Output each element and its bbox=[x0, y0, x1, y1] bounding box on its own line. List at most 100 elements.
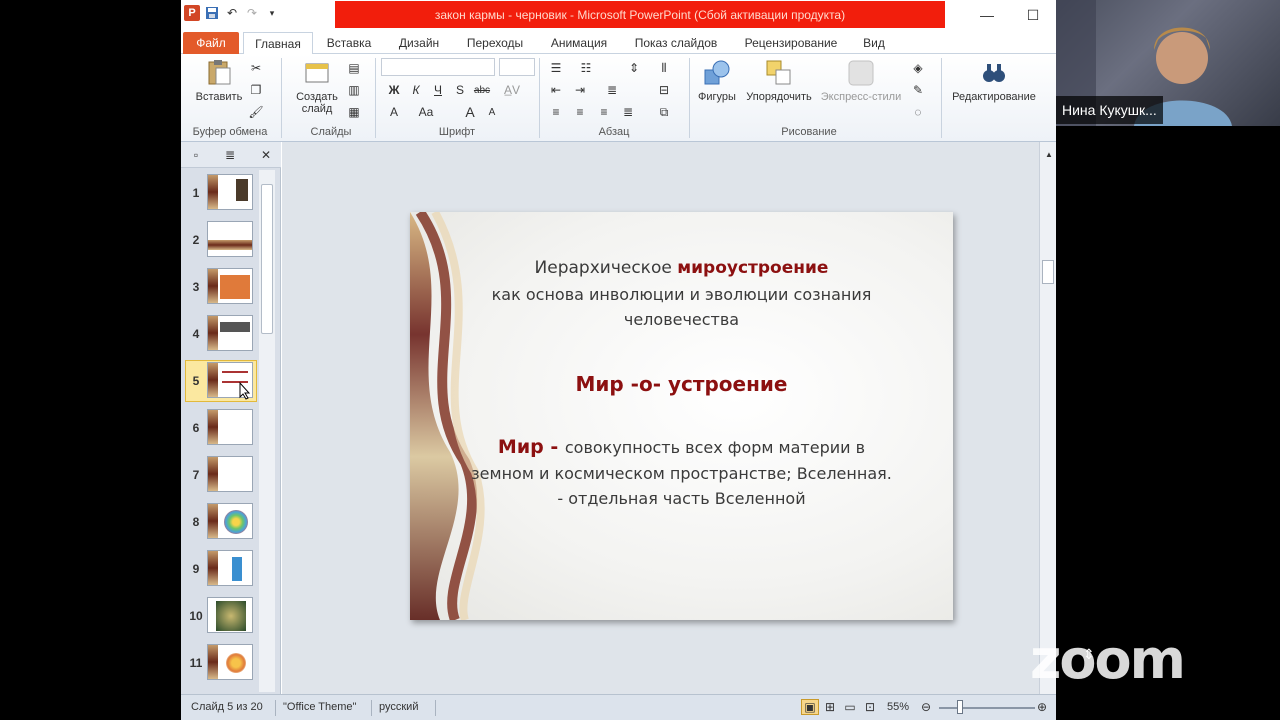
zoom-slider-track[interactable] bbox=[939, 707, 1035, 709]
slide-thumbnail[interactable]: 7 bbox=[187, 456, 257, 498]
slide-sorter-icon[interactable]: ⊞ bbox=[821, 699, 839, 715]
tab-design[interactable]: Дизайн bbox=[386, 32, 452, 54]
font-color-button[interactable]: A bbox=[385, 104, 403, 120]
slide-thumbnail[interactable]: 11 bbox=[187, 644, 257, 686]
slide-thumbnail[interactable]: 1 bbox=[187, 174, 257, 216]
font-size-combo[interactable] bbox=[499, 58, 535, 76]
zoom-in-icon[interactable]: ⊕ bbox=[1033, 699, 1051, 715]
section-icon[interactable]: ▦ bbox=[345, 104, 363, 120]
quick-styles-label: Экспресс-стили bbox=[820, 91, 902, 103]
shape-fill-icon[interactable]: ◈ bbox=[909, 60, 927, 76]
bullets-icon[interactable]: ☰ bbox=[547, 60, 565, 76]
columns-icon[interactable]: ⫴ bbox=[655, 60, 673, 76]
line-spacing-icon[interactable]: ⇕ bbox=[625, 60, 643, 76]
layout-icon[interactable]: ▤ bbox=[345, 60, 363, 76]
strikethrough-button[interactable]: abc bbox=[473, 82, 491, 98]
quick-styles-button[interactable]: Экспресс-стили bbox=[819, 58, 903, 103]
slide-thumbnail[interactable]: 2 bbox=[187, 221, 257, 263]
change-case-button[interactable]: Aa bbox=[417, 104, 435, 120]
new-slide-button[interactable]: Создать слайд bbox=[291, 58, 343, 115]
zoom-logo: zoom bbox=[1030, 628, 1186, 691]
language-indicator[interactable]: русский bbox=[379, 701, 418, 713]
slide-thumbnail[interactable]: 6 bbox=[187, 409, 257, 451]
copy-icon[interactable]: ❐ bbox=[247, 82, 265, 98]
undo-icon[interactable]: ↶ bbox=[224, 5, 240, 21]
align-center-icon[interactable]: ≡ bbox=[571, 104, 589, 120]
slide-thumbnail[interactable]: 3 bbox=[187, 268, 257, 310]
tab-animations[interactable]: Анимация bbox=[541, 32, 617, 54]
slide-thumbnail-selected[interactable]: 5 bbox=[187, 362, 257, 404]
tab-review[interactable]: Рецензирование bbox=[736, 32, 846, 54]
scrollbar-thumb[interactable] bbox=[1042, 260, 1054, 284]
slides-panel-scrollbar[interactable] bbox=[259, 170, 275, 692]
shadow-button[interactable]: S bbox=[451, 82, 469, 98]
editing-button[interactable]: Редактирование bbox=[947, 58, 1041, 103]
paste-button[interactable]: Вставить bbox=[193, 58, 245, 103]
text-direction-icon[interactable]: ≣ bbox=[603, 82, 621, 98]
outline-tab-icon[interactable]: ≣ bbox=[221, 147, 239, 163]
editing-area-scrollbar[interactable]: ▲ bbox=[1039, 142, 1056, 694]
group-drawing-label: Рисование bbox=[781, 126, 837, 138]
shape-effects-icon[interactable]: ◌ bbox=[909, 104, 927, 120]
save-icon[interactable] bbox=[204, 5, 220, 21]
tab-home[interactable]: Главная bbox=[243, 32, 313, 54]
zoom-out-icon[interactable]: ⊖ bbox=[917, 699, 935, 715]
redo-icon[interactable]: ↷ bbox=[244, 5, 260, 21]
slides-tab-icon[interactable]: ▫ bbox=[187, 147, 205, 163]
zoom-slider-handle[interactable] bbox=[957, 700, 963, 714]
slide-thumbnail[interactable]: 8 bbox=[187, 503, 257, 545]
separator bbox=[941, 58, 942, 138]
slide-thumbnail[interactable]: 4 bbox=[187, 315, 257, 357]
shapes-button[interactable]: Фигуры bbox=[695, 58, 739, 103]
arrange-button[interactable]: Упорядочить bbox=[741, 58, 817, 103]
slide-thumb-image bbox=[207, 409, 253, 445]
reset-icon[interactable]: ▥ bbox=[345, 82, 363, 98]
reading-view-icon[interactable]: ▭ bbox=[841, 699, 859, 715]
cut-icon[interactable]: ✂ bbox=[247, 60, 265, 76]
tab-view[interactable]: Вид bbox=[856, 32, 892, 54]
tab-transitions[interactable]: Переходы bbox=[457, 32, 533, 54]
spacing-button[interactable]: A̲V bbox=[503, 82, 521, 98]
slide-thumb-image bbox=[207, 174, 253, 210]
customize-toolbar-icon[interactable]: ▾ bbox=[264, 5, 280, 21]
scrollbar-thumb[interactable] bbox=[261, 184, 273, 334]
increase-indent-icon[interactable]: ⇥ bbox=[571, 82, 589, 98]
theme-name: "Office Theme" bbox=[283, 701, 357, 713]
smartart-icon[interactable]: ⧉ bbox=[655, 104, 673, 120]
powerpoint-app-icon[interactable]: P bbox=[184, 5, 200, 21]
zoom-level[interactable]: 55% bbox=[887, 701, 909, 713]
panel-header: ▫ ≣ ✕ bbox=[181, 142, 281, 168]
slide-thumbnail[interactable]: 9 bbox=[187, 550, 257, 592]
current-slide[interactable]: Иерархическое мироустроение как основа и… bbox=[410, 212, 953, 620]
divider bbox=[371, 700, 372, 716]
tab-insert[interactable]: Вставка bbox=[319, 32, 379, 54]
definition-term: Мир - bbox=[497, 436, 565, 458]
grow-font-button[interactable]: A bbox=[461, 104, 479, 120]
maximize-icon[interactable]: ☐ bbox=[1010, 0, 1056, 30]
align-text-icon[interactable]: ⊟ bbox=[655, 82, 673, 98]
slide-thumbnail[interactable]: 10 bbox=[187, 597, 257, 639]
divider bbox=[435, 700, 436, 716]
underline-button[interactable]: Ч bbox=[429, 82, 447, 98]
justify-icon[interactable]: ≣ bbox=[619, 104, 637, 120]
group-clipboard-label: Буфер обмена bbox=[192, 126, 268, 138]
format-painter-icon[interactable]: 🖌 bbox=[247, 104, 265, 120]
bold-button[interactable]: Ж bbox=[385, 82, 403, 98]
shape-outline-icon[interactable]: ✎ bbox=[909, 82, 927, 98]
slide-show-icon[interactable]: ⊡ bbox=[861, 699, 879, 715]
tab-file[interactable]: Файл bbox=[183, 32, 239, 54]
slide-definition-line-3: - отдельная часть Вселенной bbox=[557, 489, 806, 508]
align-left-icon[interactable]: ≡ bbox=[547, 104, 565, 120]
minimize-icon[interactable]: — bbox=[964, 0, 1010, 30]
decrease-indent-icon[interactable]: ⇤ bbox=[547, 82, 565, 98]
new-slide-icon bbox=[305, 63, 329, 83]
numbering-icon[interactable]: ☷ bbox=[577, 60, 595, 76]
normal-view-icon[interactable]: ▣ bbox=[801, 699, 819, 715]
close-panel-icon[interactable]: ✕ bbox=[257, 147, 275, 163]
font-family-combo[interactable] bbox=[381, 58, 495, 76]
italic-button[interactable]: К bbox=[407, 82, 425, 98]
tab-slide-show[interactable]: Показ слайдов bbox=[626, 32, 726, 54]
align-right-icon[interactable]: ≡ bbox=[595, 104, 613, 120]
scroll-up-icon[interactable]: ▲ bbox=[1040, 146, 1056, 162]
shrink-font-icon[interactable]: A bbox=[483, 104, 501, 120]
